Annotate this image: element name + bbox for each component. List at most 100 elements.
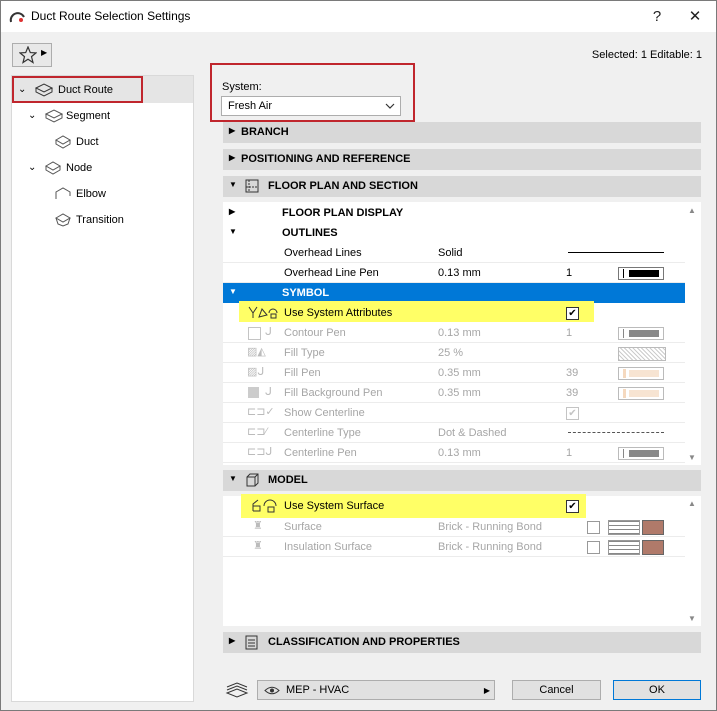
panel-floor-plan[interactable]: ▼ FLOOR PLAN AND SECTION: [223, 176, 701, 197]
row-checkbox[interactable]: [248, 327, 261, 340]
caret-right-icon: ▶: [41, 48, 48, 57]
caret-down-icon: ▼: [229, 180, 237, 189]
layer-name: MEP - HVAC: [286, 684, 350, 696]
floor-plan-scrollbar[interactable]: ▲ ▼: [685, 203, 701, 465]
panel-title: BRANCH: [241, 126, 289, 138]
panel-classification[interactable]: ▶ CLASSIFICATION AND PROPERTIES: [223, 632, 701, 653]
image-icon: [587, 541, 600, 554]
show-centerline-checkbox[interactable]: ✔: [566, 407, 579, 420]
row-name: Use System Surface: [284, 500, 385, 512]
row-show-centerline[interactable]: ⊏⊐✓ Show Centerline ✔: [223, 403, 685, 423]
floor-plan-icon: [245, 179, 259, 193]
line-type-preview: [568, 432, 664, 434]
row-value: Brick - Running Bond: [438, 541, 542, 553]
row-value: 0.35 mm: [438, 387, 481, 399]
row-value: Dot & Dashed: [438, 427, 507, 439]
row-name: Fill Background Pen: [284, 387, 383, 399]
row-value: Brick - Running Bond: [438, 521, 542, 533]
caret-down-icon: ▼: [229, 474, 237, 483]
surface-color-swatch[interactable]: [642, 520, 664, 535]
row-overhead-line-pen[interactable]: Overhead Line Pen 0.13 mm 1: [223, 263, 685, 283]
title-bar: Duct Route Selection Settings ? ✕: [1, 1, 716, 32]
system-dropdown[interactable]: Fresh Air: [221, 96, 401, 116]
row-name: Fill Type: [284, 347, 325, 359]
pen-swatch[interactable]: [618, 367, 664, 380]
subgroup-floor-plan-display[interactable]: ▶ FLOOR PLAN DISPLAY: [223, 203, 685, 223]
panel-title: FLOOR PLAN AND SECTION: [268, 180, 418, 192]
row-number: 39: [566, 387, 579, 399]
cancel-button[interactable]: Cancel: [512, 680, 601, 700]
use-system-attributes-checkbox[interactable]: ✔: [566, 307, 579, 320]
row-name: Contour Pen: [284, 327, 346, 339]
row-surface[interactable]: ♜ Surface Brick - Running Bond: [223, 517, 685, 537]
pen-swatch[interactable]: [618, 387, 664, 400]
fill-type-icon: ▨◭: [247, 346, 266, 358]
image-icon: [587, 521, 600, 534]
surface-icon: ♜: [253, 540, 263, 552]
row-name: Overhead Line Pen: [284, 267, 379, 279]
system-value: Fresh Air: [228, 100, 273, 112]
ok-button[interactable]: OK: [613, 680, 701, 700]
fill-pen-icon: ▨ᒍ: [247, 366, 265, 378]
dialog-window: Duct Route Selection Settings ? ✕ ▶ Sele…: [0, 0, 717, 711]
model-scrollbar[interactable]: ▲ ▼: [685, 496, 701, 626]
favorites-button[interactable]: ▶: [12, 43, 52, 67]
pen-swatch[interactable]: [618, 447, 664, 460]
close-button[interactable]: ✕: [675, 1, 715, 32]
tree-item-label: Transition: [76, 214, 124, 226]
row-centerline-type[interactable]: ⊏⊐⁄ Centerline Type Dot & Dashed: [223, 423, 685, 443]
panel-positioning[interactable]: ▶ POSITIONING AND REFERENCE: [223, 149, 701, 170]
scroll-down-icon: ▼: [688, 453, 696, 462]
row-use-system-attributes[interactable]: Use System Attributes ✔: [223, 303, 685, 323]
scroll-up-icon: ▲: [688, 499, 696, 508]
row-overhead-lines[interactable]: Overhead Lines Solid: [223, 243, 685, 263]
pen-icon: ᒍ: [265, 386, 272, 398]
eye-icon: [264, 686, 280, 695]
brick-pattern-swatch[interactable]: [608, 540, 640, 555]
use-system-surface-checkbox[interactable]: ✔: [566, 500, 579, 513]
archicad-logo-icon: [9, 12, 25, 23]
row-number: 39: [566, 367, 579, 379]
chevron-down-icon: [385, 103, 395, 109]
row-fill-background-pen[interactable]: ᒍ Fill Background Pen 0.35 mm 39: [223, 383, 685, 403]
star-icon: [19, 46, 37, 64]
row-use-system-surface[interactable]: Use System Surface ✔: [223, 496, 685, 516]
layer-selector[interactable]: MEP - HVAC ▶: [257, 680, 495, 700]
row-contour-pen[interactable]: ᒍ Contour Pen 0.13 mm 1: [223, 323, 685, 343]
caret-right-icon: ▶: [483, 686, 490, 695]
subgroup-outlines[interactable]: ▼ OUTLINES: [223, 223, 685, 243]
row-value: 0.13 mm: [438, 327, 481, 339]
brick-pattern-swatch[interactable]: [608, 520, 640, 535]
scroll-down-icon: ▼: [688, 614, 696, 623]
elbow-icon: [55, 187, 71, 199]
layers-icon: [225, 682, 249, 698]
tree-item-label: Duct: [76, 136, 99, 148]
centerline-icon: ⊏⊐✓: [247, 406, 275, 418]
surface-icon: ♜: [253, 520, 263, 532]
panel-model[interactable]: ▼ MODEL: [223, 470, 701, 491]
tree-item-label: Node: [66, 162, 93, 174]
pen-swatch[interactable]: [618, 327, 664, 340]
row-name: Centerline Pen: [284, 447, 357, 459]
row-value: 25 %: [438, 347, 464, 359]
caret-right-icon: ▶: [229, 126, 236, 135]
subgroup-symbol[interactable]: ▼ SYMBOL: [223, 283, 685, 303]
centerline-pen-icon: ⊏⊐ᒍ: [247, 446, 273, 458]
fill-swatch[interactable]: [618, 347, 666, 361]
node-icon: [44, 161, 62, 175]
help-button[interactable]: ?: [637, 1, 677, 32]
panel-title: MODEL: [268, 474, 308, 486]
surface-color-swatch[interactable]: [642, 540, 664, 555]
pen-swatch[interactable]: [618, 267, 664, 280]
row-value: 0.13 mm: [438, 447, 481, 459]
chevron-down-icon: ⌄: [28, 110, 37, 121]
panel-branch[interactable]: ▶ BRANCH: [223, 122, 701, 143]
row-fill-type[interactable]: ▨◭ Fill Type 25 %: [223, 343, 685, 363]
panel-title: POSITIONING AND REFERENCE: [241, 153, 411, 165]
window-title: Duct Route Selection Settings: [31, 9, 191, 23]
row-centerline-pen[interactable]: ⊏⊐ᒍ Centerline Pen 0.13 mm 1: [223, 443, 685, 463]
row-insulation-surface[interactable]: ♜ Insulation Surface Brick - Running Bon…: [223, 537, 685, 557]
fill-bg-icon: [248, 387, 259, 398]
row-fill-pen[interactable]: ▨ᒍ Fill Pen 0.35 mm 39: [223, 363, 685, 383]
row-name: Surface: [284, 521, 322, 533]
